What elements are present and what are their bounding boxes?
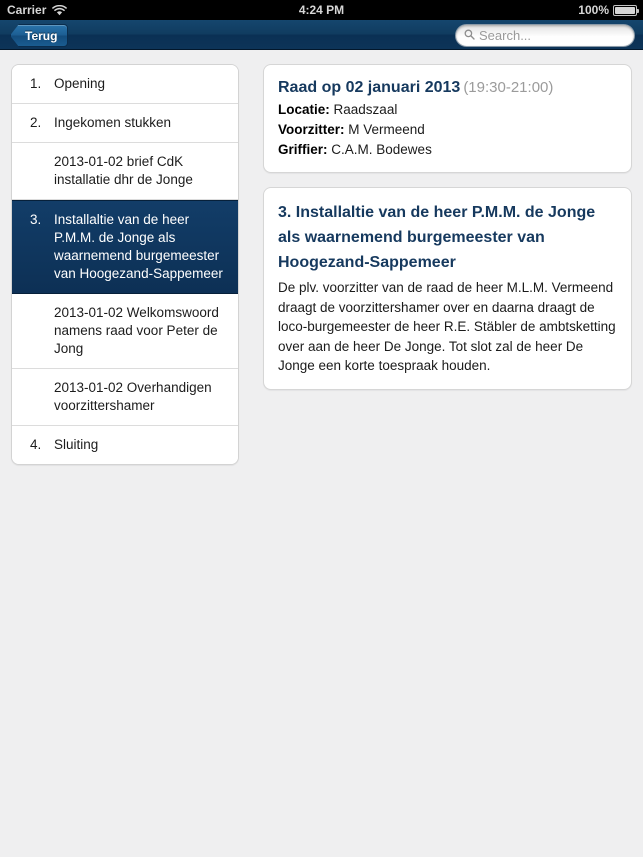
meeting-header: Raad op 02 januari 2013 (19:30-21:00) xyxy=(278,77,617,99)
meeting-info-card: Raad op 02 januari 2013 (19:30-21:00) Loc… xyxy=(263,64,632,173)
meeting-clerk-label: Griffier: xyxy=(278,142,328,157)
meeting-title: Raad op 02 januari 2013 xyxy=(278,79,461,96)
navigation-bar: Terug xyxy=(0,20,643,50)
detail-panel: Raad op 02 januari 2013 (19:30-21:00) Loc… xyxy=(263,64,632,404)
meeting-clerk-value: C.A.M. Bodewes xyxy=(331,142,432,157)
list-item[interactable]: 4. Sluiting xyxy=(12,426,238,464)
meeting-time: (19:30-21:00) xyxy=(463,79,554,96)
agenda-item-body: De plv. voorzitter van de raad de heer M… xyxy=(278,280,616,373)
list-item-number: 3. xyxy=(30,212,42,227)
list-item-number: 4. xyxy=(30,437,42,452)
meeting-chair-row: Voorzitter: M Vermeend xyxy=(278,120,617,139)
search-input[interactable] xyxy=(479,28,626,43)
meeting-clerk-row: Griffier: C.A.M. Bodewes xyxy=(278,140,617,159)
meeting-chair-value: M Vermeend xyxy=(348,122,425,137)
search-field[interactable] xyxy=(455,24,635,47)
list-item-label: Ingekomen stukken xyxy=(54,115,172,130)
status-bar: Carrier 4:24 PM 100% xyxy=(0,0,643,20)
list-item-label: 2013-01-02 brief CdK installatie dhr de … xyxy=(54,154,193,187)
list-item[interactable]: 1. Opening xyxy=(12,65,238,104)
agenda-item-title: 3. Installaltie van de heer P.M.M. de Jo… xyxy=(278,204,596,271)
list-item-label: 2013-01-02 Overhandigen voorzittershamer xyxy=(54,380,212,413)
meeting-location-row: Locatie: Raadszaal xyxy=(278,100,617,119)
search-icon xyxy=(464,27,475,45)
meeting-location-label: Locatie: xyxy=(278,102,330,117)
list-item-number: 2. xyxy=(30,115,42,130)
status-bar-right: 100% xyxy=(578,3,639,17)
battery-percent-label: 100% xyxy=(578,3,609,17)
agenda-item-card: 3. Installaltie van de heer P.M.M. de Jo… xyxy=(263,187,632,390)
list-item[interactable]: 2013-01-02 Welkomswoord namens raad voor… xyxy=(12,294,238,369)
meeting-chair-label: Voorzitter: xyxy=(278,122,345,137)
list-item[interactable]: 2013-01-02 Overhandigen voorzittershamer xyxy=(12,369,238,426)
status-bar-clock: 4:24 PM xyxy=(298,3,345,17)
list-item[interactable]: 2013-01-02 brief CdK installatie dhr de … xyxy=(12,143,238,200)
list-item-label: Sluiting xyxy=(54,437,99,452)
list-item-number: 1. xyxy=(30,76,42,91)
list-item-label: Opening xyxy=(54,76,106,91)
back-button[interactable]: Terug xyxy=(10,24,69,47)
agenda-list: 1. Opening 2. Ingekomen stukken 2013-01-… xyxy=(11,64,239,465)
list-item-label: Installaltie van de heer P.M.M. de Jonge… xyxy=(54,212,223,281)
list-item-selected[interactable]: 3. Installaltie van de heer P.M.M. de Jo… xyxy=(12,200,238,294)
meeting-location-value: Raadszaal xyxy=(333,102,398,117)
list-item[interactable]: 2. Ingekomen stukken xyxy=(12,104,238,143)
list-item-label: 2013-01-02 Welkomswoord namens raad voor… xyxy=(54,305,219,356)
battery-icon xyxy=(613,4,639,16)
